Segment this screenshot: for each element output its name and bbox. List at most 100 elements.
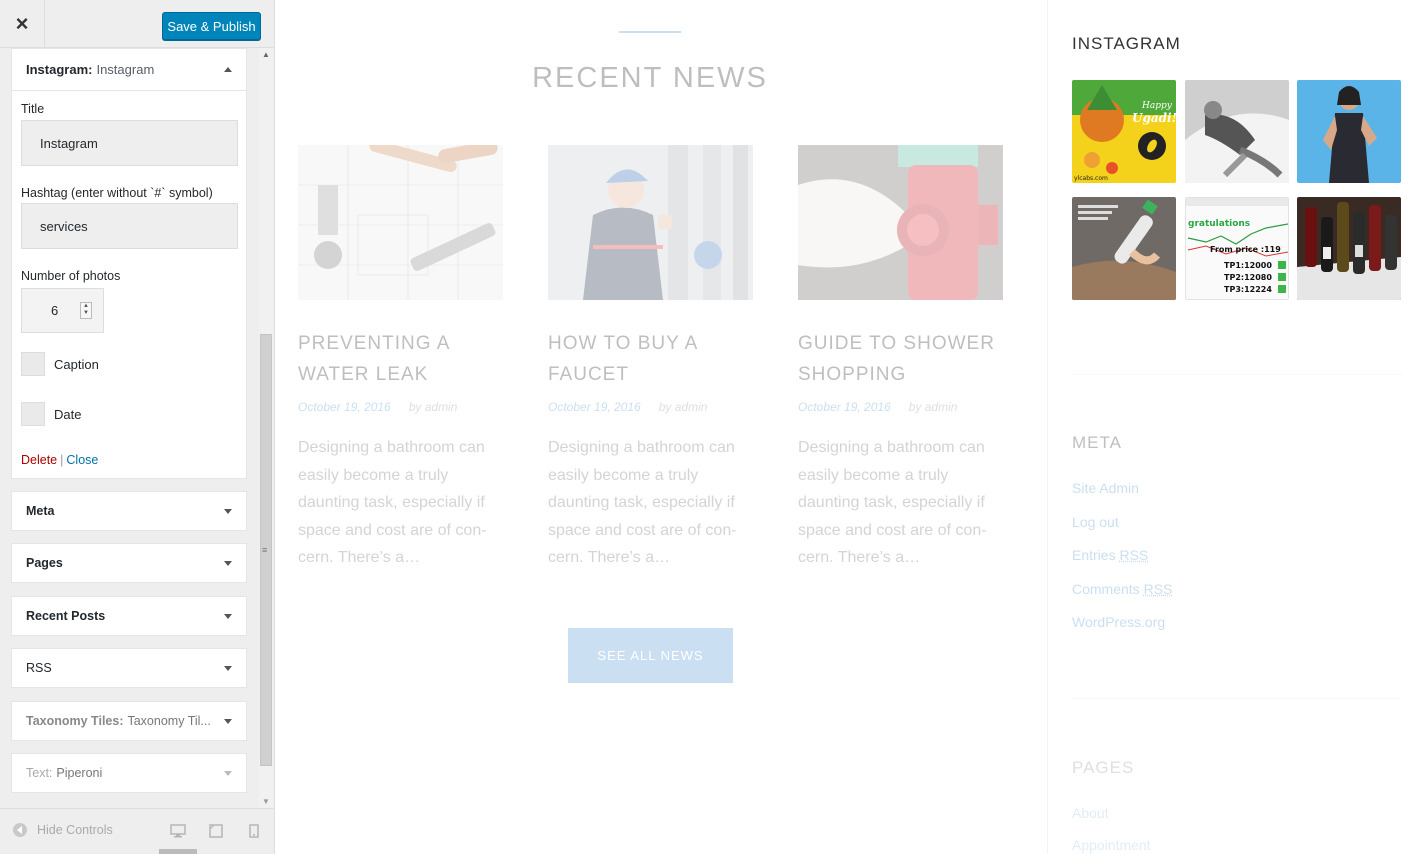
rss-abbr: RSS (1119, 547, 1149, 563)
section-divider (619, 31, 681, 33)
widget-meta[interactable]: Meta (11, 491, 247, 531)
caption-label: Caption (54, 357, 99, 372)
widget-title-name: Instagram (96, 62, 155, 77)
post-image-fire-hydrant[interactable] (798, 145, 1003, 300)
svg-text:TP1:12000: TP1:12000 (1224, 261, 1272, 270)
desktop-preview-icon[interactable] (170, 824, 186, 841)
date-checkbox[interactable] (21, 402, 45, 426)
instagram-photo[interactable] (1072, 197, 1176, 300)
post-title[interactable]: PREVENTING A WATER LEAK (298, 328, 508, 390)
collapse-arrow-icon[interactable] (224, 67, 232, 72)
svg-text:Happy: Happy (1141, 101, 1173, 111)
expand-arrow-icon[interactable] (224, 561, 232, 566)
post-author[interactable]: by admin (409, 400, 458, 414)
meta-widget-title: META (1072, 433, 1122, 452)
meta-link-comments-rss[interactable]: Comments RSS (1072, 581, 1172, 597)
meta-link-site-admin[interactable]: Site Admin (1072, 480, 1139, 496)
recent-news-title: RECENT NEWS (532, 62, 768, 94)
widget-divider (1072, 698, 1402, 699)
pages-link[interactable]: Appointment (1072, 837, 1151, 853)
widget-subname: Piperoni (56, 766, 103, 780)
post-author[interactable]: by admin (909, 400, 958, 414)
post-date[interactable]: October 19, 2016 (298, 400, 391, 414)
photos-number-input[interactable]: 6 ▲ ▼ (21, 288, 104, 333)
widget-name: RSS (26, 661, 52, 675)
instagram-photo[interactable]: gratulations From price :119 TP1:12000 T… (1185, 197, 1289, 300)
date-label: Date (54, 407, 82, 422)
delete-widget-link[interactable]: Delete (21, 453, 57, 467)
close-widget-link[interactable]: Close (66, 453, 98, 467)
post-meta: October 19, 2016 by admin (548, 400, 707, 414)
photos-value: 6 (51, 303, 59, 318)
post-title[interactable]: GUIDE TO SHOWER SHOPPING (798, 328, 998, 390)
mobile-preview-icon[interactable] (249, 824, 259, 841)
svg-text:TP2:12080: TP2:12080 (1224, 273, 1272, 282)
svg-text:ylcabs.com: ylcabs.com (1074, 175, 1108, 182)
photos-label: Number of photos (21, 269, 121, 283)
post-meta: October 19, 2016 by admin (298, 400, 457, 414)
widget-subname: Taxonomy Til... (127, 714, 211, 728)
widget-name: Meta (26, 504, 55, 518)
post-date[interactable]: October 19, 2016 (798, 400, 891, 414)
hide-controls-label: Hide Controls (37, 823, 113, 837)
collapse-sidebar-icon (13, 823, 27, 837)
hashtag-label: Hashtag (enter without `#` symbol) (21, 186, 213, 200)
widget-name: Text: (26, 766, 53, 780)
site-preview: RECENT NEWS PREVENTING A WATER LEAK HOW … (275, 0, 1419, 854)
hashtag-input[interactable]: services (21, 203, 238, 249)
widget-title-prefix: Instagram: (26, 62, 93, 77)
svg-text:gratulations: gratulations (1188, 219, 1250, 229)
post-meta: October 19, 2016 by admin (798, 400, 957, 414)
svg-text:TP3:12224: TP3:12224 (1224, 285, 1272, 294)
see-all-news-button[interactable]: SEE ALL NEWS (568, 628, 733, 683)
hide-controls-button[interactable]: Hide Controls (13, 823, 113, 837)
widget-actions: Delete | Close (21, 453, 98, 467)
tablet-preview-icon[interactable] (209, 824, 223, 841)
svg-text:From price :119: From price :119 (1210, 245, 1281, 254)
post-excerpt: Designing a bathroom can easily become a… (548, 439, 737, 566)
sidebar-scrollbar[interactable]: ▲ ≡ ▼ (259, 48, 273, 808)
post-excerpt: Designing a bathroom can easily become a… (298, 439, 487, 566)
actions-separator: | (60, 453, 64, 467)
widget-pages[interactable]: Pages (11, 543, 247, 583)
post-excerpt: Designing a bathroom can easily become a… (798, 439, 987, 566)
instagram-widget-header[interactable]: Instagram: Instagram (12, 49, 246, 91)
expand-arrow-icon[interactable] (224, 666, 232, 671)
instagram-photo[interactable] (1297, 197, 1401, 300)
meta-link-entries-rss[interactable]: Entries RSS (1072, 547, 1148, 563)
widget-name: Taxonomy Tiles: (26, 714, 124, 728)
post-author[interactable]: by admin (659, 400, 708, 414)
widget-name: Recent Posts (26, 609, 106, 623)
widget-divider (1072, 374, 1402, 375)
instagram-widget-panel: Instagram: Instagram Title Instagram Has… (11, 48, 247, 479)
scroll-up-icon[interactable]: ▲ (262, 50, 270, 59)
instagram-photo[interactable] (1297, 80, 1401, 183)
scroll-down-icon[interactable]: ▼ (262, 797, 270, 806)
widget-taxonomy-tiles[interactable]: Taxonomy Tiles: Taxonomy Til... (11, 701, 247, 741)
expand-arrow-icon[interactable] (224, 719, 232, 724)
save-publish-button[interactable]: Save & Publish (162, 12, 261, 40)
customizer-sidebar: × Save & Publish Instagram: Instagram Ti… (0, 0, 275, 854)
expand-arrow-icon[interactable] (224, 509, 232, 514)
widget-rss[interactable]: RSS (11, 648, 247, 688)
post-title[interactable]: HOW TO BUY A FAUCET (548, 328, 708, 390)
instagram-photo[interactable]: Happy Ugadi! ylcabs.com (1072, 80, 1176, 183)
widget-text-piperoni[interactable]: Text: Piperoni (11, 753, 247, 793)
expand-arrow-icon[interactable] (224, 771, 232, 776)
meta-link-log-out[interactable]: Log out (1072, 514, 1119, 530)
post-image-plumbing-tools[interactable] (298, 145, 503, 300)
post-date[interactable]: October 19, 2016 (548, 400, 641, 414)
caption-checkbox[interactable] (21, 352, 45, 376)
number-spinner-icon[interactable]: ▲ ▼ (80, 302, 92, 319)
pages-link[interactable]: About (1072, 805, 1109, 821)
instagram-photo[interactable] (1185, 80, 1289, 183)
post-image-worker[interactable] (548, 145, 753, 300)
expand-arrow-icon[interactable] (224, 614, 232, 619)
close-customizer-button[interactable]: × (0, 0, 45, 48)
svg-text:Ugadi!: Ugadi! (1132, 111, 1176, 125)
title-label: Title (21, 102, 45, 116)
title-input[interactable]: Instagram (21, 120, 238, 166)
link-text: Comments (1072, 581, 1140, 597)
widget-recent-posts[interactable]: Recent Posts (11, 596, 247, 636)
meta-link-wordpress-org[interactable]: WordPress.org (1072, 614, 1165, 630)
